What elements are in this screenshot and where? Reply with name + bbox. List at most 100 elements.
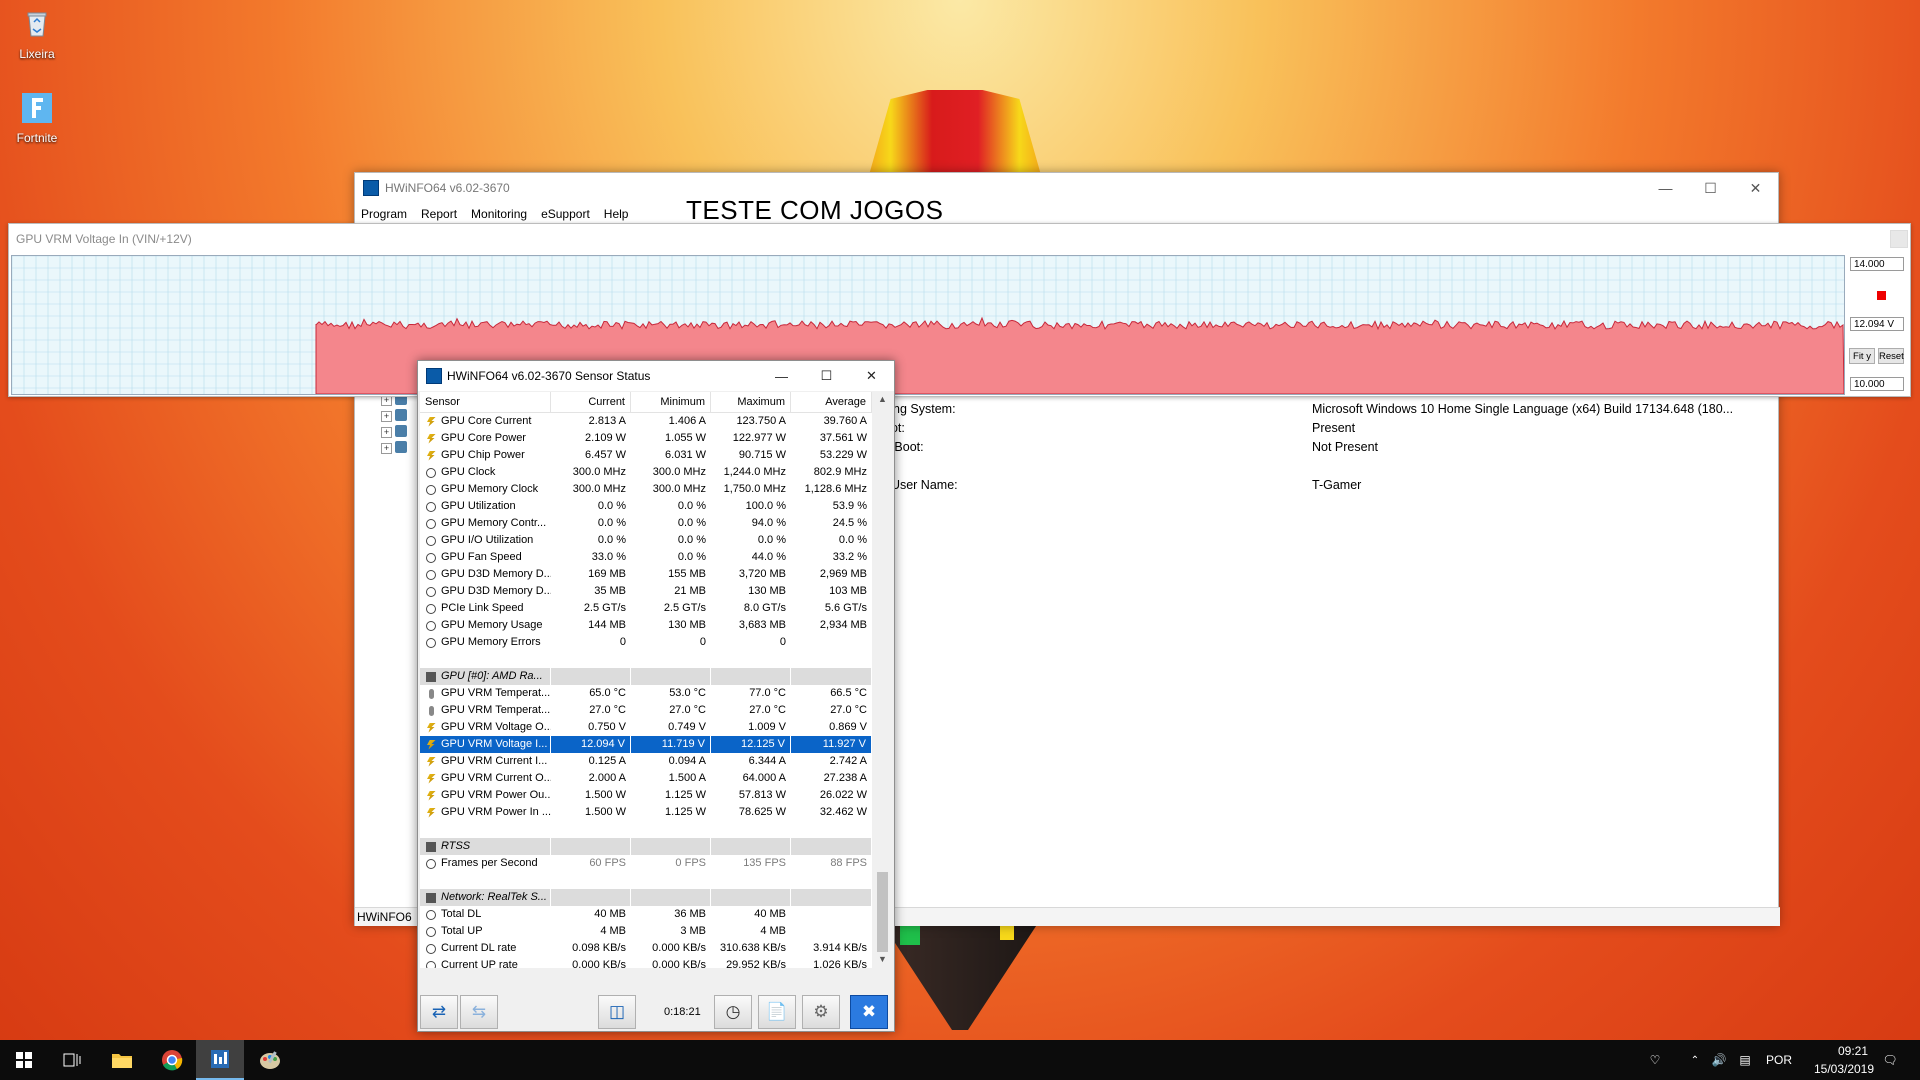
sensor-row[interactable]: PCIe Link Speed 2.5 GT/s 2.5 GT/s 8.0 GT/s 5… xyxy=(420,600,872,617)
column-header-current[interactable]: Current xyxy=(551,392,631,412)
clock-button[interactable]: ◷ xyxy=(714,995,752,1029)
maximum-value: 12.125 V xyxy=(711,736,791,753)
language-indicator[interactable]: POR xyxy=(1766,1053,1792,1067)
start-button[interactable] xyxy=(0,1040,48,1080)
menu-report[interactable]: Report xyxy=(421,207,457,221)
sensor-name: GPU VRM Power Ou... xyxy=(441,789,551,801)
sensor-row[interactable]: GPU I/O Utilization 0.0 % 0.0 % 0.0 % 0.0 % xyxy=(420,532,872,549)
sensor-row[interactable]: GPU VRM Current O... 2.000 A 1.500 A 64.000… xyxy=(420,770,872,787)
minimize-button[interactable]: — xyxy=(1643,173,1688,203)
task-view-icon xyxy=(63,1053,81,1067)
minimize-button[interactable]: — xyxy=(759,361,804,391)
menu-program[interactable]: Program xyxy=(361,207,407,221)
sensor-row[interactable]: GPU VRM Power Ou... 1.500 W 1.125 W 57.813 … xyxy=(420,787,872,804)
menu-esupport[interactable]: eSupport xyxy=(541,207,590,221)
sensor-row[interactable]: GPU Clock 300.0 MHz 300.0 MHz 1,244.0 MHz 80… xyxy=(420,464,872,481)
desktop-icon-recycle-bin[interactable]: Lixeira xyxy=(0,8,74,61)
close-button[interactable]: ✕ xyxy=(1733,173,1778,203)
graph-max-field[interactable]: 14.000 xyxy=(1850,257,1904,271)
clock-icon xyxy=(426,620,436,631)
sensor-row[interactable]: GPU Memory Errors 0 0 0 xyxy=(420,634,872,651)
show-hidden-icons-button[interactable]: ⌃ xyxy=(1685,1040,1705,1080)
scroll-down-arrow[interactable]: ▼ xyxy=(874,954,891,964)
volume-button[interactable]: 🔊 xyxy=(1708,1040,1730,1080)
sensor-row[interactable]: GPU Core Current 2.813 A 1.406 A 123.750 A 3… xyxy=(420,413,872,430)
column-header-maximum[interactable]: Maximum xyxy=(711,392,791,412)
sensor-group-header[interactable]: Network: RealTek S... xyxy=(420,889,872,906)
sensor-row[interactable]: GPU VRM Temperat... 65.0 °C 53.0 °C 77.0 °C… xyxy=(420,685,872,702)
sensor-row[interactable]: GPU VRM Power In ... 1.500 W 1.125 W 78.625… xyxy=(420,804,872,821)
sensor-row[interactable]: GPU D3D Memory D... 35 MB 21 MB 130 MB 103 M… xyxy=(420,583,872,600)
hwinfo-taskbar-button[interactable] xyxy=(196,1040,244,1080)
settings-button[interactable]: ⚙ xyxy=(802,995,840,1029)
maximum-value: 40 MB xyxy=(754,908,786,920)
menu-monitoring[interactable]: Monitoring xyxy=(471,207,527,221)
tree-node-icon xyxy=(395,441,407,453)
sensor-row[interactable]: Total DL 40 MB 36 MB 40 MB xyxy=(420,906,872,923)
sensor-row[interactable]: GPU Chip Power 6.457 W 6.031 W 90.715 W 53.2… xyxy=(420,447,872,464)
maximum-value: 64.000 A xyxy=(742,772,786,784)
reset-button[interactable]: Reset xyxy=(1878,348,1904,364)
wallpaper-decoration xyxy=(867,90,1043,180)
folder-icon xyxy=(112,1054,132,1068)
sensor-row[interactable]: GPU VRM Current I... 0.125 A 0.094 A 6.344 … xyxy=(420,753,872,770)
sensor-scrollbar[interactable]: ▲ ▼ xyxy=(874,392,891,968)
network-icon: ◫ xyxy=(608,1002,626,1021)
graph-min-field[interactable]: 10.000 xyxy=(1850,377,1904,391)
close-button[interactable]: ✕ xyxy=(849,361,894,391)
sensor-group-header[interactable]: RTSS xyxy=(420,838,872,855)
sensor-row[interactable]: GPU Memory Clock 300.0 MHz 300.0 MHz 1,750.… xyxy=(420,481,872,498)
task-view-button[interactable] xyxy=(48,1040,96,1080)
collapse-columns-button[interactable]: ⇆ xyxy=(460,995,498,1029)
info-value: T-Gamer xyxy=(1312,478,1362,492)
sensor-row[interactable]: GPU VRM Voltage O... 0.750 V 0.749 V 1.009 … xyxy=(420,719,872,736)
sensor-row[interactable]: Frames per Second 60 FPS 0 FPS 135 FPS 88 FP… xyxy=(420,855,872,872)
column-header-minimum[interactable]: Minimum xyxy=(631,392,711,412)
network-tray-button[interactable]: ▤ xyxy=(1734,1040,1756,1080)
tree-expand-button[interactable]: + xyxy=(381,443,392,454)
action-center-button[interactable]: 🗨 xyxy=(1870,1040,1910,1080)
network-button[interactable]: ◫ xyxy=(598,995,636,1029)
tree-expand-button[interactable]: + xyxy=(381,411,392,422)
empty-cell xyxy=(551,838,631,855)
sensor-row[interactable]: Current UP rate 0.000 KB/s 0.000 KB/s 29.95… xyxy=(420,957,872,968)
sensor-title-bar[interactable]: HWiNFO64 v6.02-3670 Sensor Status — ☐ ✕ xyxy=(418,361,894,391)
desktop-icon-fortnite[interactable]: Fortnite xyxy=(0,92,74,145)
fit-y-button[interactable]: Fit y xyxy=(1849,348,1875,364)
sensor-name: GPU I/O Utilization xyxy=(441,534,534,546)
scroll-up-arrow[interactable]: ▲ xyxy=(874,394,891,404)
expand-columns-button[interactable]: ⇄ xyxy=(420,995,458,1029)
sensor-row[interactable]: GPU VRM Temperat... 27.0 °C 27.0 °C 27.0 °C… xyxy=(420,702,872,719)
empty-cell xyxy=(791,668,872,685)
main-title-bar[interactable]: HWiNFO64 v6.02-3670 — ☐ ✕ xyxy=(355,173,1778,203)
paint-button[interactable] xyxy=(246,1040,294,1080)
close-sensors-button[interactable]: ✖ xyxy=(850,995,888,1029)
scroll-thumb[interactable] xyxy=(877,872,888,952)
maximize-button[interactable]: ☐ xyxy=(1688,173,1733,203)
sensor-row[interactable]: Current DL rate 0.098 KB/s 0.000 KB/s 310.6… xyxy=(420,940,872,957)
graph-close-button[interactable] xyxy=(1890,230,1908,248)
sensor-group-header[interactable]: GPU [#0]: AMD Ra... xyxy=(420,668,872,685)
sensor-row[interactable]: GPU Core Power 2.109 W 1.055 W 122.977 W 37.… xyxy=(420,430,872,447)
file-explorer-button[interactable] xyxy=(98,1040,146,1080)
sensor-row[interactable]: GPU D3D Memory D... 169 MB 155 MB 3,720 MB 2… xyxy=(420,566,872,583)
people-button[interactable]: ♡ xyxy=(1640,1040,1670,1080)
sensor-row[interactable]: Total UP 4 MB 3 MB 4 MB xyxy=(420,923,872,940)
log-file-button[interactable]: 📄 xyxy=(758,995,796,1029)
sensor-name: GPU VRM Temperat... xyxy=(441,704,551,716)
sensor-row[interactable]: GPU Fan Speed 33.0 % 0.0 % 44.0 % 33.2 % xyxy=(420,549,872,566)
tree-expand-button[interactable]: + xyxy=(381,427,392,438)
sensor-row[interactable]: GPU Utilization 0.0 % 0.0 % 100.0 % 53.9 % xyxy=(420,498,872,515)
sensor-row[interactable]: GPU Memory Contr... 0.0 % 0.0 % 94.0 % 24.5 … xyxy=(420,515,872,532)
lightning-bolt-icon xyxy=(427,756,436,767)
column-header-average[interactable]: Average xyxy=(791,392,872,412)
menu-help[interactable]: Help xyxy=(604,207,629,221)
sensor-row[interactable]: GPU VRM Voltage I... 12.094 V 11.719 V 12.1… xyxy=(420,736,872,753)
chrome-icon xyxy=(162,1050,183,1071)
maximize-button[interactable]: ☐ xyxy=(804,361,849,391)
sensor-name: GPU Core Power xyxy=(441,432,526,444)
sensor-row[interactable]: GPU Memory Usage 144 MB 130 MB 3,683 MB 2,93… xyxy=(420,617,872,634)
chrome-button[interactable] xyxy=(148,1040,196,1080)
graph-color-swatch[interactable] xyxy=(1877,291,1886,300)
column-header-sensor[interactable]: Sensor xyxy=(420,392,551,412)
